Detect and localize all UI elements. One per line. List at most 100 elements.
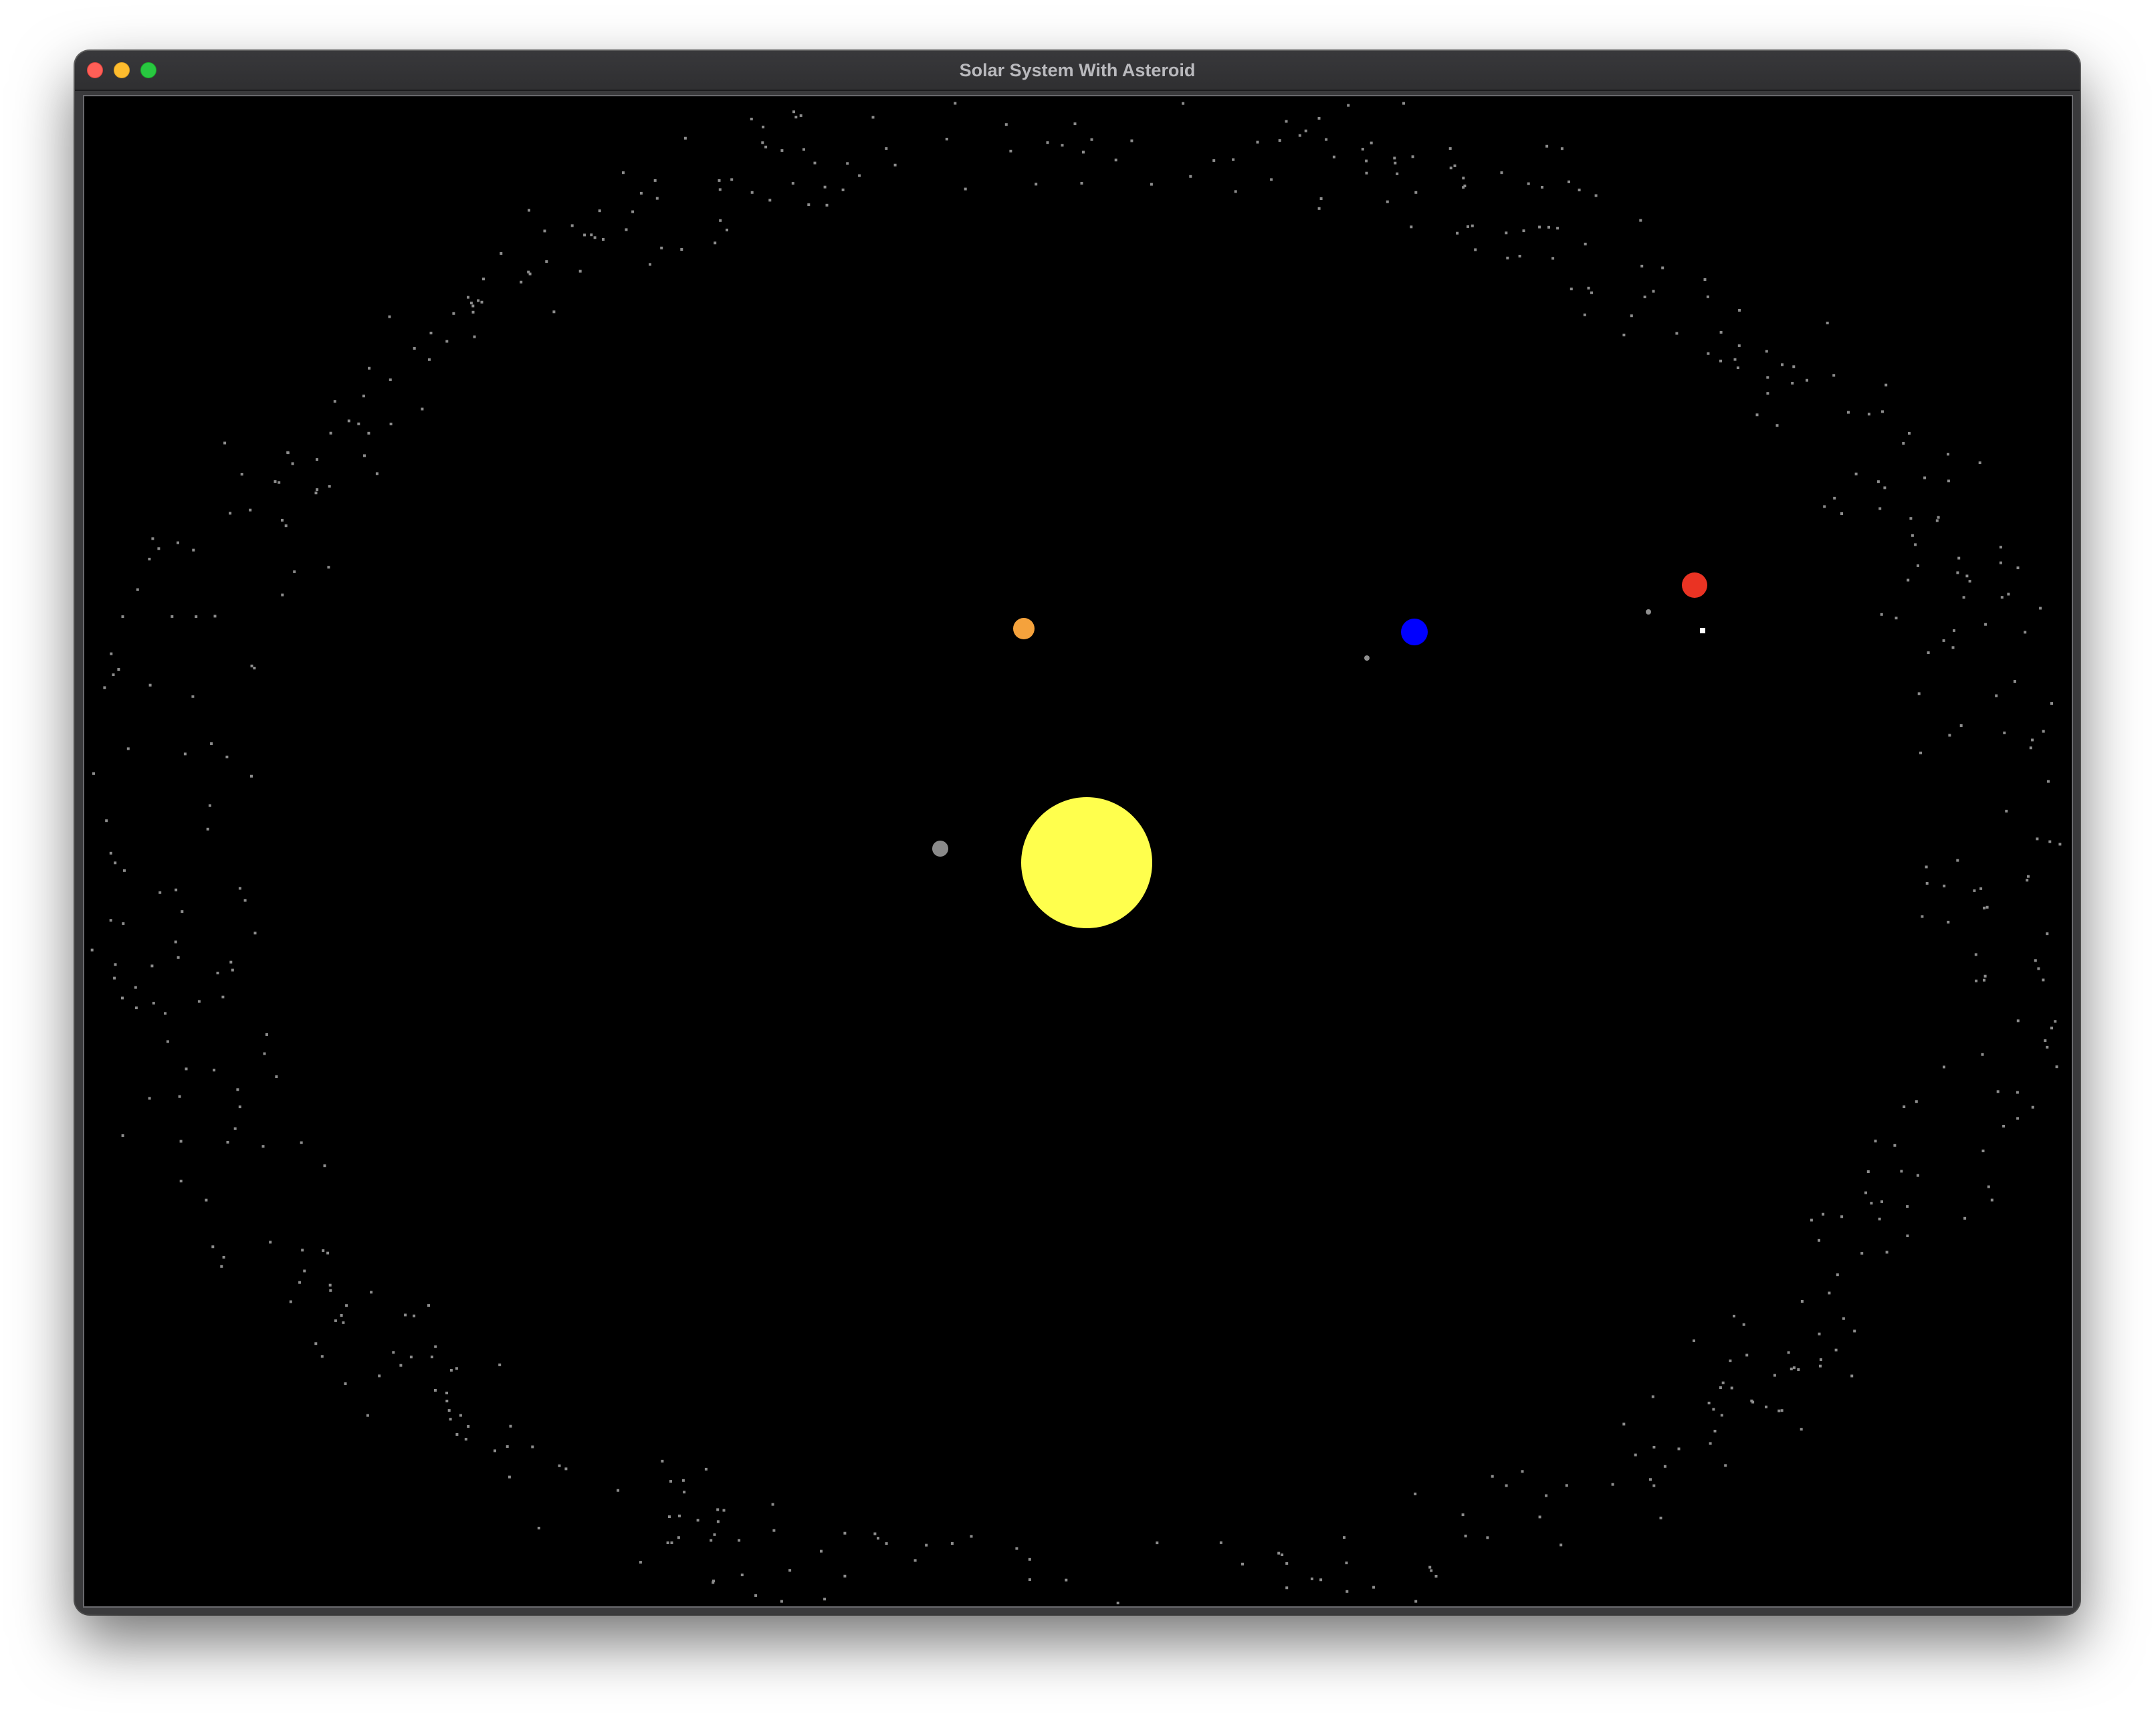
belt-particle [1410, 225, 1413, 229]
belt-particle [1766, 376, 1769, 379]
belt-particle [177, 956, 180, 959]
belt-particle [1345, 1562, 1348, 1565]
belt-particle [792, 110, 795, 114]
belt-particle [293, 570, 296, 573]
belt-particle [1874, 1140, 1877, 1143]
belt-particle [1706, 295, 1709, 298]
blue-planet-moon [1364, 655, 1370, 661]
belt-particle [152, 1002, 155, 1005]
belt-particle [1651, 1395, 1654, 1398]
belt-particle [1709, 1442, 1712, 1445]
belt-particle [1790, 1368, 1793, 1371]
belt-particle [885, 147, 888, 150]
belt-particle [1792, 365, 1796, 368]
belt-particle [404, 1313, 407, 1317]
belt-particle [1652, 290, 1655, 293]
belt-particle [1713, 1430, 1717, 1432]
belt-particle [1911, 534, 1914, 537]
belt-particle [1393, 156, 1396, 160]
belt-particle [718, 188, 722, 191]
belt-particle [1979, 887, 1983, 890]
belt-particle [772, 1529, 776, 1532]
belt-particle [590, 233, 593, 237]
orange-planet [1013, 618, 1035, 639]
belt-particle [1189, 175, 1192, 178]
belt-particle [286, 451, 290, 455]
belt-particle [1661, 266, 1664, 270]
belt-particle [367, 431, 370, 435]
belt-particle [1434, 1575, 1438, 1578]
belt-particle [1538, 225, 1541, 229]
belt-particle [1622, 333, 1626, 336]
belt-particle [274, 480, 277, 484]
belt-particle [2016, 1019, 2020, 1023]
belt-particle [150, 964, 154, 968]
belt-particle [730, 178, 734, 181]
belt-particle [1881, 410, 1884, 413]
belt-particle [1298, 134, 1301, 137]
belt-particle [764, 145, 768, 148]
belt-particle [1652, 1484, 1656, 1487]
belt-particle [1677, 1447, 1681, 1451]
belt-particle [494, 1449, 496, 1453]
belt-particle [506, 1445, 509, 1449]
belt-particle [123, 869, 126, 872]
belt-particle [121, 615, 124, 619]
belt-particle [1823, 505, 1826, 508]
belt-particle [430, 1356, 433, 1359]
belt-particle [175, 888, 178, 891]
belt-particle [1611, 1483, 1614, 1486]
belt-particle [1797, 1368, 1800, 1371]
belt-particle [1522, 229, 1525, 233]
belt-particle [261, 1145, 265, 1148]
belt-particle [950, 1542, 954, 1545]
belt-particle [578, 270, 582, 273]
belt-particle [500, 252, 503, 255]
belt-particle [1630, 314, 1633, 318]
belt-particle [1015, 1547, 1018, 1550]
belt-particle [1919, 751, 1922, 754]
belt-particle [1319, 1578, 1323, 1582]
belt-particle [1462, 177, 1465, 180]
belt-particle [683, 136, 687, 140]
belt-particle [762, 125, 765, 128]
belt-particle [1947, 453, 1949, 456]
belt-particle [434, 1389, 437, 1392]
belt-particle [1462, 186, 1465, 189]
belt-particle [710, 1539, 713, 1542]
belt-particle [718, 179, 721, 182]
belt-particle [157, 547, 160, 550]
belt-particle [1775, 424, 1779, 427]
belt-particle [1212, 159, 1216, 163]
belt-particle [791, 182, 794, 185]
belt-particle [1925, 865, 1928, 869]
belt-particle [1541, 186, 1543, 189]
title-bar[interactable]: Solar System With Asteroid [75, 51, 2080, 91]
belt-particle [823, 185, 827, 189]
belt-particle [191, 695, 195, 698]
belt-particle [220, 1265, 223, 1268]
belt-particle [873, 1532, 877, 1535]
belt-particle [392, 1351, 395, 1354]
belt-particle [213, 1069, 216, 1072]
belt-particle [1818, 1239, 1820, 1242]
belt-particle [2013, 680, 2016, 683]
belt-particle [1850, 1374, 1854, 1378]
belt-particle [1365, 171, 1368, 175]
belt-particle [1471, 224, 1474, 227]
belt-particle [1712, 1408, 1715, 1411]
belt-particle [181, 910, 184, 914]
belt-particle [1114, 158, 1117, 162]
belt-particle [964, 187, 967, 191]
belt-particle [1902, 441, 1905, 445]
belt-particle [2034, 959, 2037, 962]
simulation-canvas[interactable] [83, 95, 2073, 1608]
belt-particle [1983, 974, 1987, 978]
belt-particle [113, 976, 116, 980]
belt-particle [301, 1249, 304, 1252]
belt-particle [238, 1105, 241, 1109]
belt-particle [750, 118, 753, 120]
belt-particle [1822, 1212, 1825, 1216]
window-title: Solar System With Asteroid [959, 60, 1196, 80]
belt-particle [1241, 1562, 1244, 1566]
